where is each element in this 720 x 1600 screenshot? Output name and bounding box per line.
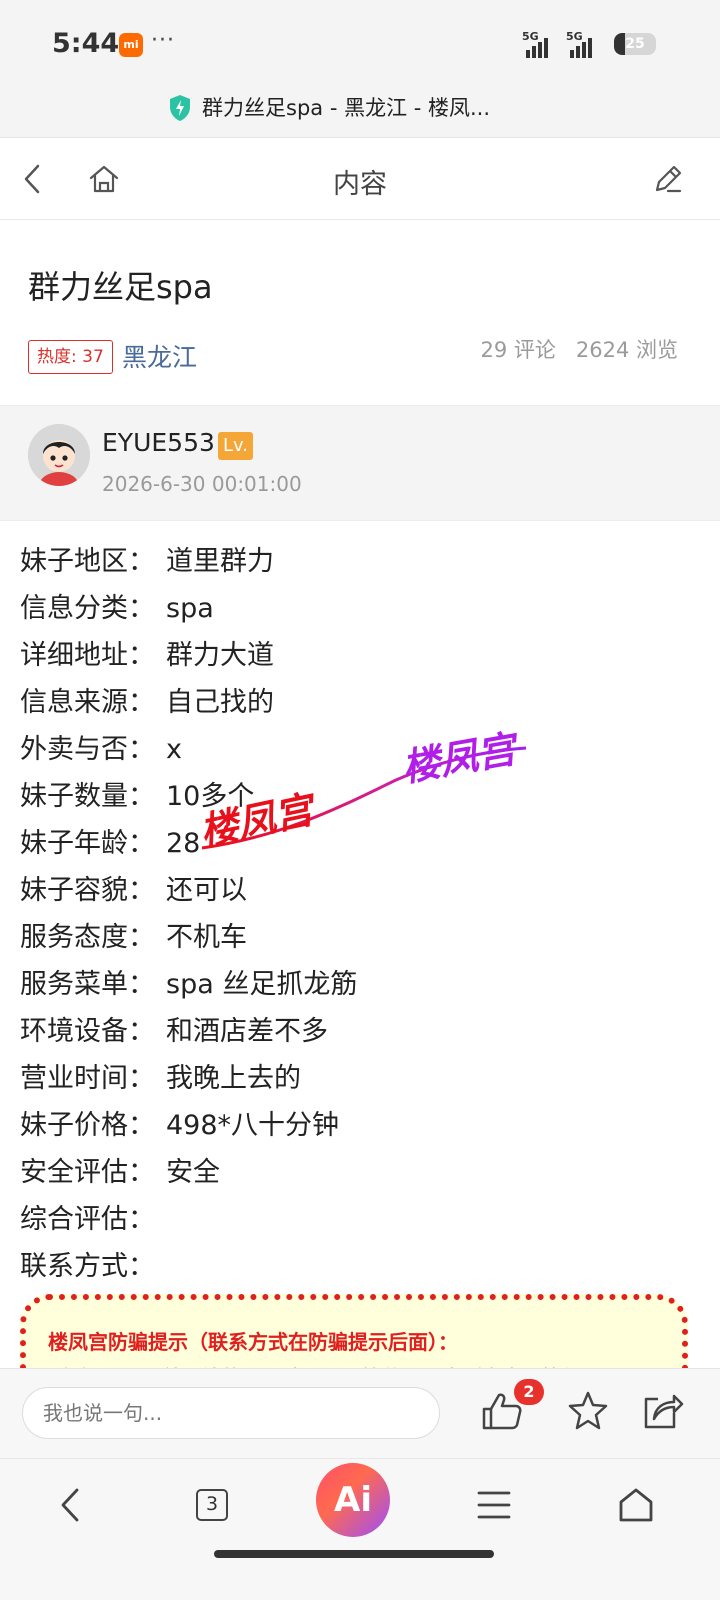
- field-row: 妹子价格： 498*八十分钟: [20, 1102, 700, 1149]
- mi-app-icon: mi: [119, 33, 143, 57]
- star-icon[interactable]: [566, 1389, 610, 1433]
- browser-home-button[interactable]: [606, 1475, 666, 1535]
- author-bar: EYUE553 Lv. 2026-6-30 00:01:00: [0, 405, 720, 521]
- field-row: 妹子年龄： 28: [20, 820, 700, 867]
- field-label: 环境设备：: [20, 1016, 155, 1047]
- field-label: 联系方式：: [20, 1251, 155, 1282]
- page-title-text: 群力丝足spa - 黑龙江 - 楼凤...: [202, 96, 491, 120]
- heat-badge: 热度: 37: [28, 340, 113, 374]
- field-label: 营业时间：: [20, 1063, 155, 1094]
- post-title: 群力丝足spa: [28, 268, 213, 306]
- post-content: 妹子地区： 道里群力 信息分类： spa 详细地址： 群力大道 信息来源： 自己找的 外…: [20, 538, 700, 1290]
- browser-url-bar[interactable]: 群力丝足spa - 黑龙江 - 楼凤...: [0, 90, 720, 138]
- field-label: 信息分类：: [20, 593, 155, 624]
- field-value: spa: [166, 593, 214, 624]
- field-label: 服务态度：: [20, 922, 155, 953]
- field-row: 环境设备： 和酒店差不多: [20, 1008, 700, 1055]
- field-value: 群力大道: [166, 640, 274, 671]
- browser-back-button[interactable]: [40, 1475, 100, 1535]
- field-value: 自己找的: [166, 687, 274, 718]
- field-value: x: [166, 734, 182, 765]
- like-count-badge: 2: [514, 1379, 544, 1405]
- field-row: 联系方式：: [20, 1243, 700, 1290]
- field-value: 不机车: [166, 922, 247, 953]
- field-row: 详细地址： 群力大道: [20, 632, 700, 679]
- status-time: 5:44: [52, 28, 120, 59]
- avatar-image: [28, 424, 90, 486]
- field-row: 服务态度： 不机车: [20, 914, 700, 961]
- field-label: 妹子数量：: [20, 781, 155, 812]
- field-value: 我晚上去的: [166, 1063, 301, 1094]
- header-title: 内容: [333, 169, 387, 200]
- level-badge: Lv.: [218, 432, 254, 460]
- field-label: 外卖与否：: [20, 734, 155, 765]
- shield-icon: [170, 95, 190, 121]
- field-row: 服务菜单： spa 丝足抓龙筋: [20, 961, 700, 1008]
- tabs-button[interactable]: 3: [182, 1475, 242, 1535]
- field-label: 详细地址：: [20, 640, 155, 671]
- field-row: 妹子容貌： 还可以: [20, 867, 700, 914]
- view-count: 2624 浏览: [575, 338, 678, 362]
- author-name[interactable]: EYUE553: [102, 428, 215, 457]
- post-stats: 29 评论 2624 浏览: [480, 334, 678, 364]
- post-time: 2026-6-30 00:01:00: [102, 472, 302, 496]
- field-row: 综合评估：: [20, 1196, 700, 1243]
- pencil-icon: [655, 165, 682, 193]
- field-value: 10多个: [166, 781, 255, 812]
- field-value: 安全: [166, 1157, 220, 1188]
- field-row: 外卖与否： x: [20, 726, 700, 773]
- field-value: 498*八十分钟: [166, 1110, 340, 1141]
- field-label: 综合评估：: [20, 1204, 155, 1235]
- field-label: 安全评估：: [20, 1157, 155, 1188]
- signal-5g-icon: 5G: [522, 30, 562, 58]
- field-row: 妹子数量： 10多个: [20, 773, 700, 820]
- menu-icon: [477, 1491, 511, 1519]
- battery-icon: 25: [614, 33, 656, 55]
- field-row: 妹子地区： 道里群力: [20, 538, 700, 585]
- field-label: 妹子价格：: [20, 1110, 155, 1141]
- field-label: 妹子容貌：: [20, 875, 155, 906]
- field-value: 还可以: [166, 875, 247, 906]
- field-row: 营业时间： 我晚上去的: [20, 1055, 700, 1102]
- comment-input[interactable]: 我也说一句...: [22, 1387, 440, 1439]
- chevron-left-icon: [61, 1488, 79, 1522]
- more-notifications-icon: ···: [151, 28, 175, 53]
- battery-level: 25: [625, 36, 645, 52]
- ai-assistant-button[interactable]: Ai: [316, 1463, 390, 1537]
- share-icon[interactable]: [640, 1389, 684, 1433]
- field-label: 信息来源：: [20, 687, 155, 718]
- menu-button[interactable]: [464, 1475, 524, 1535]
- field-value: 和酒店差不多: [166, 1016, 328, 1047]
- home-indicator[interactable]: [214, 1550, 494, 1558]
- field-value: spa 丝足抓龙筋: [166, 969, 358, 1000]
- comment-bar: 我也说一句... 2: [0, 1368, 720, 1458]
- signal-5g-icon: 5G: [566, 30, 606, 58]
- home-icon: [619, 1488, 653, 1522]
- field-label: 妹子地区：: [20, 546, 155, 577]
- app-header: 内容: [0, 138, 720, 220]
- field-value: 道里群力: [166, 546, 274, 577]
- avatar[interactable]: [28, 424, 90, 486]
- field-value: 28: [166, 828, 201, 859]
- edit-button[interactable]: [638, 138, 698, 220]
- status-bar: 5:44 mi ··· 5G 5G 25: [0, 0, 720, 90]
- field-row: 安全评估： 安全: [20, 1149, 700, 1196]
- field-label: 服务菜单：: [20, 969, 155, 1000]
- tab-count: 3: [196, 1489, 228, 1521]
- field-row: 信息分类： spa: [20, 585, 700, 632]
- field-label: 妹子年龄：: [20, 828, 155, 859]
- browser-navigation: 3 Ai: [0, 1458, 720, 1600]
- comment-count: 29 评论: [480, 338, 556, 362]
- region-link[interactable]: 黑龙江: [122, 338, 197, 374]
- field-row: 信息来源： 自己找的: [20, 679, 700, 726]
- notice-heading: 楼凤宫防骗提示（联系方式在防骗提示后面）：: [48, 1330, 458, 1354]
